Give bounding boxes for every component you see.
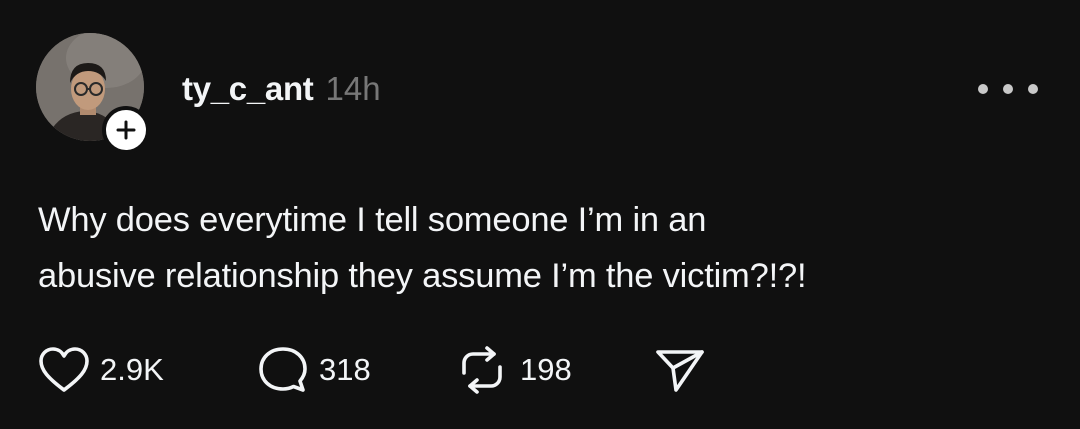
post-text-line: abusive relationship they assume I’m the…: [38, 257, 807, 295]
repost-button[interactable]: 198: [454, 342, 572, 398]
follow-button[interactable]: [102, 106, 150, 154]
more-options-button[interactable]: [978, 74, 1038, 104]
avatar-container[interactable]: [36, 33, 150, 154]
more-dots-icon: [1003, 84, 1013, 94]
plus-icon: [116, 120, 136, 140]
like-count: 2.9K: [100, 352, 164, 387]
post-text-line: Why does everytime I tell someone I’m in…: [38, 201, 707, 239]
username-link[interactable]: ty_c_ant: [182, 70, 314, 108]
reply-count: 318: [319, 352, 371, 387]
more-dots-icon: [1028, 84, 1038, 94]
post-header: ty_c_ant 14h: [182, 70, 381, 110]
send-icon: [656, 350, 704, 392]
thread-post: ty_c_ant 14h Why does everytime I tell s…: [0, 0, 1080, 429]
heart-icon: [39, 347, 89, 392]
repost-arrows-icon: [462, 346, 502, 394]
reply-button[interactable]: 318: [257, 342, 371, 398]
action-bar: 2.9K 318 198: [38, 342, 738, 398]
comment-bubble-icon: [259, 347, 307, 392]
like-button[interactable]: 2.9K: [38, 342, 164, 398]
repost-count: 198: [520, 352, 572, 387]
post-text: Why does everytime I tell someone I’m in…: [38, 192, 1038, 304]
share-button[interactable]: [654, 342, 706, 398]
timestamp: 14h: [325, 70, 381, 107]
more-dots-icon: [978, 84, 988, 94]
